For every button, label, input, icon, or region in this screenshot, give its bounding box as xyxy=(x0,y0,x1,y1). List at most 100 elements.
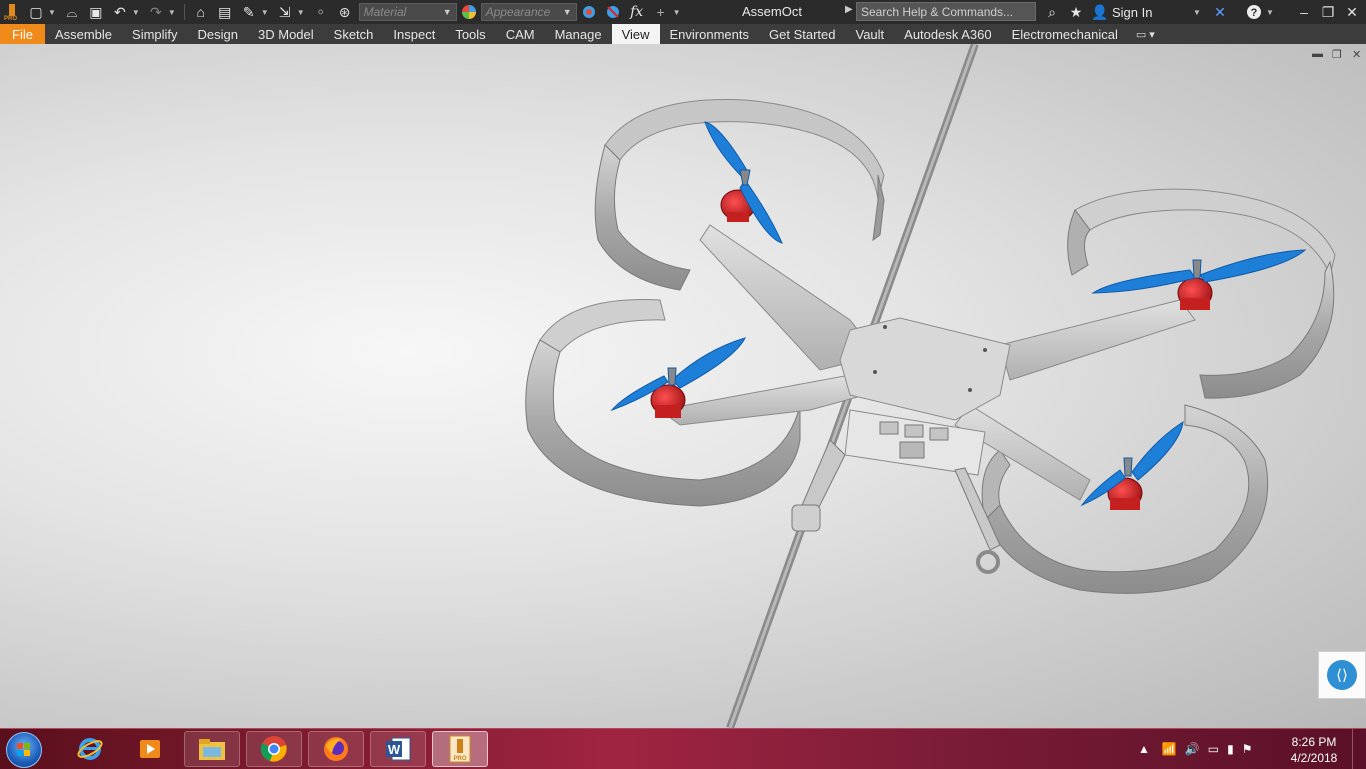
volume-icon[interactable]: 🔊 xyxy=(1185,742,1200,756)
new-file-icon[interactable]: ▢ xyxy=(27,3,45,21)
title-bar: PRO ▢ ▼ ⌓ ▣ ↶ ▼ ↷ ▼ ⌂ ▤ ✎ ▼ ⇲ ▼ ⚬ ⊛ Material … xyxy=(0,0,1366,24)
tab-inspect[interactable]: Inspect xyxy=(383,24,445,44)
share-button[interactable]: ⟨⟩ xyxy=(1318,651,1366,699)
clock-date: 4/2/2018 xyxy=(1290,751,1338,765)
taskbar-chrome[interactable] xyxy=(246,731,302,767)
clear-appearance-icon[interactable] xyxy=(604,3,622,21)
search-input[interactable]: Search Help & Commands... xyxy=(856,2,1036,21)
show-desktop-button[interactable] xyxy=(1352,729,1366,769)
media-player-icon xyxy=(140,740,160,758)
signal-icon[interactable]: 📶 xyxy=(1162,742,1177,756)
material-dropdown[interactable]: Material ▼ xyxy=(358,3,457,21)
sign-in-dropdown-arrow[interactable]: ▼ xyxy=(1193,8,1201,17)
close-button[interactable]: ✕ xyxy=(1340,2,1364,22)
appearance-sphere-icon[interactable] xyxy=(460,3,478,21)
search-expand-icon[interactable]: ▶ xyxy=(845,4,853,15)
tab-file[interactable]: File xyxy=(0,24,45,44)
tab-get-started[interactable]: Get Started xyxy=(759,24,845,44)
tab-environments[interactable]: Environments xyxy=(660,24,759,44)
chevron-down-icon: ▼ xyxy=(562,7,572,17)
tab-vault[interactable]: Vault xyxy=(845,24,894,44)
system-tray: ▲ 📶 🔊 ▭ ▮ ⚑ xyxy=(1138,729,1253,769)
propeller-front-left[interactable] xyxy=(704,121,783,244)
ribbon-options-icon[interactable]: ▭ ▾ xyxy=(1128,24,1163,44)
home-icon[interactable]: ⌂ xyxy=(192,3,210,21)
chrome-icon xyxy=(260,736,287,762)
display-icon[interactable]: ▭ xyxy=(1208,742,1219,756)
motor-left[interactable] xyxy=(650,384,686,418)
customize-dropdown-arrow[interactable]: ▼ xyxy=(673,8,681,17)
tab-view[interactable]: View xyxy=(611,24,660,44)
select-dropdown-arrow[interactable]: ▼ xyxy=(297,8,305,17)
tab-tools[interactable]: Tools xyxy=(445,24,495,44)
parameters-fx-icon[interactable]: fx xyxy=(628,3,646,21)
sign-in-link[interactable]: Sign In xyxy=(1112,5,1152,20)
select-mode-icon[interactable]: ⇲ xyxy=(276,3,294,21)
windows-taskbar: W PRO ▲ 📶 🔊 ▭ ▮ ⚑ 8:26 PM 4/2/2018 xyxy=(0,728,1366,769)
ribbon-tab-bar: File Assemble Simplify Design 3D Model S… xyxy=(0,24,1366,44)
taskbar-inventor[interactable]: PRO xyxy=(432,731,488,767)
tab-autodesk-a360[interactable]: Autodesk A360 xyxy=(894,24,1001,44)
tab-electromechanical[interactable]: Electromechanical xyxy=(1002,24,1128,44)
properties-icon[interactable]: ▤ xyxy=(216,3,234,21)
internet-explorer-icon xyxy=(77,738,103,760)
share-icon: ⟨⟩ xyxy=(1327,660,1357,690)
separator xyxy=(183,4,185,20)
appearance-dropdown[interactable]: Appearance ▼ xyxy=(480,3,577,21)
appearance-placeholder: Appearance xyxy=(485,5,551,19)
taskbar-internet-explorer[interactable] xyxy=(62,731,118,767)
taskbar-firefox[interactable] xyxy=(308,731,364,767)
tab-3d-model[interactable]: 3D Model xyxy=(248,24,324,44)
favorites-star-icon[interactable]: ★ xyxy=(1067,3,1085,21)
save-icon[interactable]: ▣ xyxy=(87,3,105,21)
minimize-button[interactable]: – xyxy=(1292,2,1316,22)
account-area: ⌕ ★ 👤 Sign In xyxy=(1040,0,1152,24)
help-dropdown-arrow[interactable]: ▼ xyxy=(1266,8,1274,17)
taskbar-media-player[interactable] xyxy=(122,731,178,767)
graphics-viewport[interactable]: ▬ ❐ ✕ ⟨⟩ xyxy=(0,44,1366,728)
clock[interactable]: 8:26 PM 4/2/2018 xyxy=(1284,734,1344,766)
taskbar-word[interactable]: W xyxy=(370,731,426,767)
svg-text:?: ? xyxy=(1251,7,1258,19)
update-icon[interactable]: ✎ xyxy=(240,3,258,21)
tab-design[interactable]: Design xyxy=(188,24,248,44)
tab-manage[interactable]: Manage xyxy=(545,24,612,44)
undo-icon[interactable]: ↶ xyxy=(111,3,129,21)
action-center-flag-icon[interactable]: ⚑ xyxy=(1242,742,1253,756)
windows-logo-icon xyxy=(17,743,31,757)
tab-simplify[interactable]: Simplify xyxy=(122,24,188,44)
update-dropdown-arrow[interactable]: ▼ xyxy=(261,8,269,17)
restore-button[interactable]: ❐ xyxy=(1316,2,1340,22)
window-title: AssemOct xyxy=(742,4,802,19)
start-button[interactable] xyxy=(6,732,42,768)
redo-dropdown-arrow[interactable]: ▼ xyxy=(168,8,176,17)
exchange-apps-icon[interactable]: ✕ xyxy=(1211,3,1229,21)
svg-text:W: W xyxy=(388,742,401,757)
help-icon[interactable]: ? xyxy=(1245,3,1263,21)
battery-icon[interactable]: ▮ xyxy=(1227,742,1234,756)
binoculars-icon[interactable]: ⌕ xyxy=(1043,3,1061,21)
measure-icon[interactable]: ⊛ xyxy=(336,3,354,21)
tab-assemble[interactable]: Assemble xyxy=(45,24,122,44)
adaptive-icon[interactable]: ⚬ xyxy=(312,3,330,21)
material-placeholder: Material xyxy=(363,5,407,19)
tab-cam[interactable]: CAM xyxy=(496,24,545,44)
inventor-logo[interactable]: PRO xyxy=(2,1,24,23)
tab-sketch[interactable]: Sketch xyxy=(324,24,384,44)
new-dropdown-arrow[interactable]: ▼ xyxy=(48,8,56,17)
show-hidden-icons[interactable]: ▲ xyxy=(1138,742,1150,756)
plus-icon[interactable]: + xyxy=(652,3,670,21)
open-folder-icon[interactable]: ⌓ xyxy=(63,3,81,21)
adjust-appearance-icon[interactable] xyxy=(580,3,598,21)
svg-text:PRO: PRO xyxy=(453,756,466,762)
word-icon: W xyxy=(386,737,411,761)
undo-dropdown-arrow[interactable]: ▼ xyxy=(132,8,140,17)
inventor-icon: PRO xyxy=(449,735,471,763)
motor-right[interactable] xyxy=(1177,277,1213,310)
redo-icon[interactable]: ↷ xyxy=(147,3,165,21)
folder-icon xyxy=(199,739,225,760)
firefox-icon xyxy=(324,737,348,761)
user-icon[interactable]: 👤 xyxy=(1091,3,1109,21)
drone-assembly-model[interactable] xyxy=(0,44,1366,728)
taskbar-file-explorer[interactable] xyxy=(184,731,240,767)
